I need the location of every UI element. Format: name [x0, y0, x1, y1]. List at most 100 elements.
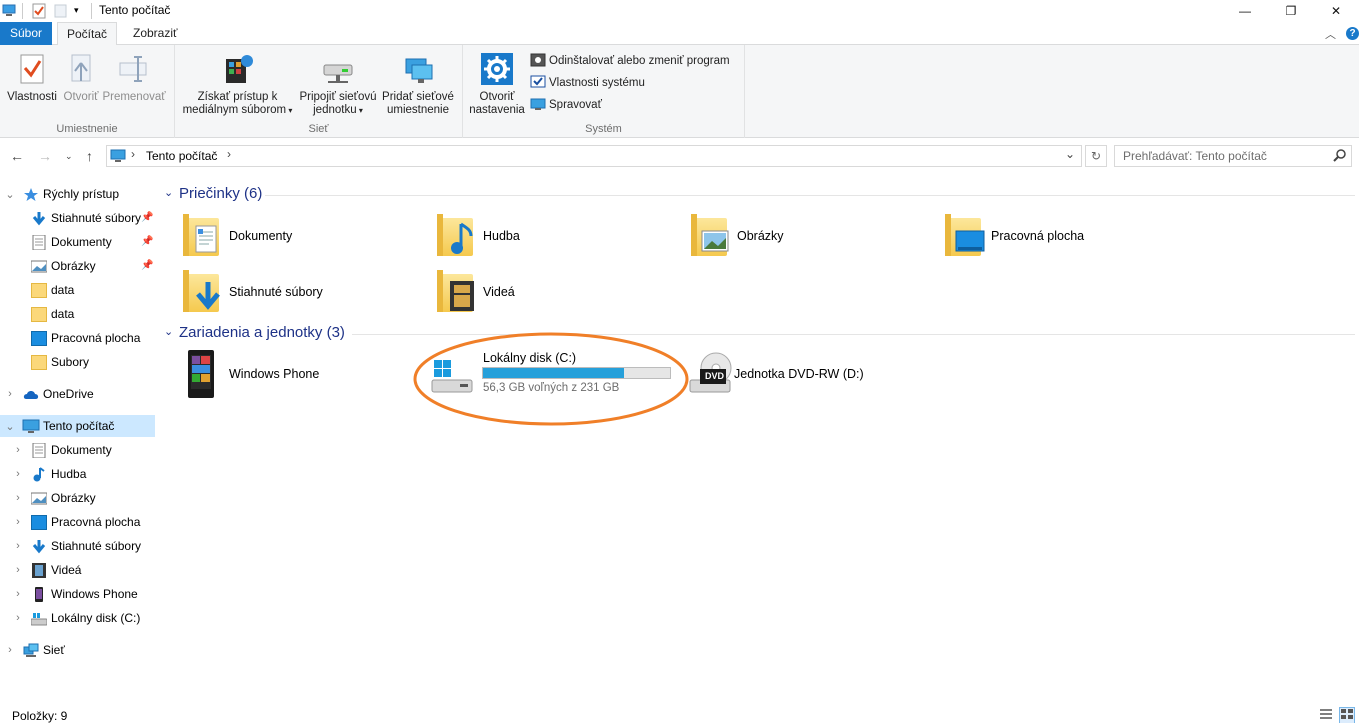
nav-item-data[interactable]: data — [0, 303, 155, 325]
folder-tile-downloads[interactable]: Stiahnuté súbory — [183, 268, 423, 316]
folders-group-header[interactable]: Priečinky (6) — [179, 185, 262, 202]
download-arrow-icon — [31, 211, 47, 226]
collapse-chevron-icon[interactable]: › — [13, 463, 23, 485]
search-icon[interactable] — [1333, 148, 1347, 167]
media-access-label-2: mediálnym súborom — [182, 104, 287, 116]
breadcrumb-chevron-icon[interactable]: › — [227, 147, 231, 161]
nav-item-pictures[interactable]: › Obrázky — [0, 487, 155, 509]
nav-label: Sieť — [43, 643, 65, 657]
customize-qa-dropdown-icon[interactable]: ▾ — [74, 5, 84, 21]
breadcrumb-separator-icon[interactable]: › — [131, 147, 135, 161]
desktop-folder-icon — [945, 212, 985, 258]
nav-item-music[interactable]: › Hudba — [0, 463, 155, 485]
tab-computer[interactable]: Počítač — [57, 22, 118, 46]
folder-tile-pictures[interactable]: Obrázky — [691, 212, 931, 260]
collapse-chevron-icon[interactable]: › — [13, 487, 23, 509]
search-input[interactable]: Prehľadávať: Tento počítač — [1114, 145, 1352, 167]
open-button[interactable]: Otvoriť — [60, 51, 102, 104]
collapse-chevron-icon[interactable]: › — [13, 559, 23, 581]
pin-icon[interactable]: 📌 — [141, 255, 153, 277]
address-dropdown-icon[interactable]: ⌄ — [1065, 147, 1075, 161]
download-arrow-icon — [31, 539, 47, 554]
collapse-chevron-icon[interactable]: › — [13, 511, 23, 533]
nav-item-documents[interactable]: Dokumenty 📌 — [0, 231, 155, 253]
pin-icon[interactable]: 📌 — [141, 231, 153, 253]
close-button[interactable]: ✕ — [1313, 0, 1359, 22]
nav-onedrive[interactable]: › OneDrive — [0, 383, 155, 405]
folder-tile-desktop[interactable]: Pracovná plocha — [945, 212, 1185, 260]
nav-network[interactable]: › Sieť — [0, 639, 155, 661]
device-tile-windows-phone[interactable]: Windows Phone — [183, 350, 413, 398]
nav-item-documents[interactable]: › Dokumenty — [0, 439, 155, 461]
drive-tile-dvd-d[interactable]: DVD Jednotka DVD-RW (D:) — [688, 350, 918, 398]
system-properties-button[interactable]: Vlastnosti systému — [530, 74, 645, 94]
nav-quick-access[interactable]: ⌄ Rýchly prístup — [0, 183, 155, 205]
downloads-folder-icon — [183, 268, 223, 314]
collapse-chevron-icon[interactable]: › — [5, 639, 15, 661]
group-system-label: Systém — [585, 123, 622, 135]
nav-item-local-disk[interactable]: › Lokálny disk (C:) — [0, 607, 155, 629]
devices-collapse-icon[interactable]: ⌄ — [164, 325, 173, 338]
folders-collapse-icon[interactable]: ⌄ — [164, 186, 173, 199]
properties-qa-icon[interactable] — [31, 3, 47, 19]
phone-icon — [33, 587, 49, 602]
nav-item-downloads[interactable]: Stiahnuté súbory 📌 — [0, 207, 155, 229]
folder-tile-videos[interactable]: Videá — [437, 268, 677, 316]
media-server-icon — [222, 53, 254, 85]
map-drive-label-1: Pripojiť sieťovú — [299, 91, 377, 103]
help-icon[interactable]: ? — [1346, 27, 1359, 40]
nav-item-videos[interactable]: › Videá — [0, 559, 155, 581]
nav-item-pictures[interactable]: Obrázky 📌 — [0, 255, 155, 277]
nav-label: Dokumenty — [51, 443, 112, 457]
add-network-location-button[interactable]: Pridať sieťové umiestnenie — [379, 51, 457, 117]
folder-tile-documents[interactable]: Dokumenty — [183, 212, 423, 260]
separator — [22, 3, 23, 19]
map-network-drive-button[interactable]: Pripojiť sieťovú jednotku ▾ — [296, 51, 380, 117]
large-icons-view-icon[interactable] — [1339, 707, 1355, 723]
group-divider — [265, 195, 1355, 196]
collapse-chevron-icon[interactable]: › — [13, 583, 23, 605]
refresh-icon[interactable]: ↻ — [1085, 145, 1107, 167]
folder-tile-music[interactable]: Hudba — [437, 212, 677, 260]
expand-chevron-icon[interactable]: ⌄ — [5, 184, 15, 206]
recent-locations-chevron-icon[interactable]: ⌄ — [65, 151, 73, 162]
nav-item-subory[interactable]: Subory — [0, 351, 155, 373]
up-arrow-icon[interactable]: ↑ — [86, 148, 93, 164]
details-view-icon[interactable] — [1319, 708, 1333, 723]
maximize-button[interactable]: ❐ — [1268, 0, 1314, 22]
minimize-button[interactable]: — — [1222, 0, 1268, 22]
collapse-ribbon-icon[interactable]: ︿ — [1325, 26, 1336, 42]
nav-this-pc[interactable]: ⌄ Tento počítač — [0, 415, 155, 437]
collapse-chevron-icon[interactable]: › — [13, 607, 23, 629]
nav-item-data[interactable]: data — [0, 279, 155, 301]
back-arrow-icon[interactable]: ← — [10, 148, 24, 164]
collapse-chevron-icon[interactable]: › — [13, 535, 23, 557]
nav-item-downloads[interactable]: › Stiahnuté súbory — [0, 535, 155, 557]
device-label: Jednotka DVD-RW (D:) — [734, 367, 864, 381]
nav-item-desktop[interactable]: › Pracovná plocha — [0, 511, 155, 533]
collapse-chevron-icon[interactable]: › — [5, 383, 15, 405]
nav-item-desktop[interactable]: Pracovná plocha — [0, 327, 155, 349]
forward-arrow-icon[interactable]: → — [38, 148, 52, 164]
tab-file[interactable]: Súbor — [0, 22, 52, 45]
map-drive-label-2: jednotku — [313, 104, 357, 116]
media-access-button[interactable]: Získať prístup k mediálnym súborom ▾ — [180, 51, 295, 117]
nav-item-windows-phone[interactable]: › Windows Phone — [0, 583, 155, 605]
devices-group-header[interactable]: Zariadenia a jednotky (3) — [179, 324, 345, 341]
tab-view[interactable]: Zobraziť — [124, 22, 187, 45]
navigation-pane: ⌄ Rýchly prístup Stiahnuté súbory 📌 Doku… — [0, 180, 157, 700]
manage-icon — [530, 96, 546, 112]
address-bar[interactable]: › Tento počítač › ⌄ — [106, 145, 1082, 167]
manage-button[interactable]: Spravovať — [530, 96, 602, 116]
uninstall-program-button[interactable]: Odinštalovať alebo zmeniť program — [530, 52, 730, 72]
nav-label: Obrázky — [51, 491, 96, 505]
new-folder-qa-icon[interactable] — [54, 3, 68, 19]
collapse-chevron-icon[interactable]: › — [13, 439, 23, 461]
open-settings-button[interactable]: Otvoriť nastavenia — [467, 51, 527, 117]
properties-button[interactable]: Vlastnosti — [4, 51, 60, 104]
rename-button[interactable]: Premenovať — [102, 51, 166, 104]
expand-chevron-icon[interactable]: ⌄ — [5, 416, 15, 438]
pin-icon[interactable]: 📌 — [141, 207, 153, 229]
documents-folder-icon — [183, 212, 223, 258]
breadcrumb-this-pc[interactable]: Tento počítač — [146, 149, 217, 163]
